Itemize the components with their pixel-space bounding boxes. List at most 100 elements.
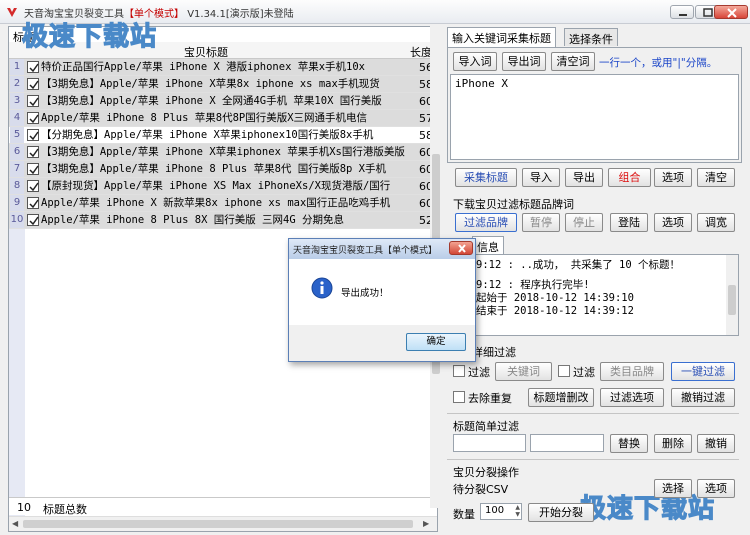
row-number: 3 (10, 93, 24, 109)
clear-button[interactable]: 清空 (697, 168, 735, 187)
combine-button[interactable]: 组合 (608, 168, 651, 187)
login-button[interactable]: 登陆 (610, 213, 648, 232)
pause-button[interactable]: 暂停 (522, 213, 560, 232)
dialog-close-button[interactable] (449, 241, 473, 255)
import-button[interactable]: 导入 (522, 168, 560, 187)
keyword-hint: 一行一个，或用"|"分隔。 (599, 57, 718, 69)
table-row[interactable]: 9 Apple/苹果 iPhone X 新款苹果8x iphone xs max国… (9, 195, 437, 212)
row-number: 7 (10, 161, 24, 177)
horizontal-scroll-thumb[interactable] (23, 520, 413, 528)
tab-keyword-collect[interactable]: 输入关键词采集标题 (447, 27, 556, 47)
export-words-button[interactable]: 导出词 (502, 52, 546, 71)
keyword-panel: 导入词 导出词 清空词 一行一个，或用"|"分隔。 iPhone X (447, 47, 742, 163)
tab-info[interactable]: 信息 (472, 236, 504, 254)
table-row[interactable]: 4 Apple/苹果 iPhone 8 Plus 苹果8代8P国行美版X三网通手机… (9, 110, 437, 127)
row-checkbox[interactable] (27, 214, 39, 226)
log-line: 9:12 : 程序执行完毕! (476, 279, 590, 291)
replace-button[interactable]: 替换 (610, 434, 648, 453)
checkmark-icon (29, 182, 39, 192)
row-title: 【3期免息】Apple/苹果 iPhone X 全网通4G手机 苹果10X 国行… (41, 95, 382, 107)
quantity-stepper[interactable]: 100 ▲ ▼ (480, 503, 522, 520)
undo-filter-button[interactable]: 撤销过滤 (671, 388, 735, 407)
log-scrollbar[interactable] (726, 255, 738, 335)
column-header-title[interactable]: 宝贝标题 (184, 44, 228, 60)
checkmark-icon (29, 165, 39, 175)
title-edit-button[interactable]: 标题增删改 (528, 388, 594, 407)
row-title: 【原封现货】Apple/苹果 iPhone XS Max iPhoneXs/X现… (41, 180, 391, 192)
close-button[interactable] (714, 5, 748, 19)
log-scroll-thumb[interactable] (728, 285, 736, 315)
minimize-button[interactable] (670, 5, 694, 19)
dedupe-checkbox[interactable] (453, 391, 465, 403)
dialog-title: 天音淘宝宝贝裂变工具【单个模式】 (293, 246, 438, 256)
watermark-top: 极速下载站 (21, 21, 158, 52)
row-checkbox[interactable] (27, 163, 39, 175)
filter-category-checkbox[interactable] (558, 365, 570, 377)
collect-titles-button[interactable]: 采集标题 (455, 168, 517, 187)
keyword-textarea[interactable]: iPhone X (450, 74, 739, 160)
options-button[interactable]: 选项 (654, 168, 692, 187)
info-log-area[interactable]: 9:12 : ..成功， 共采集了 10 个标题！ 9:12 : 程序执行完毕!… (447, 254, 739, 336)
csv-label: 待分裂CSV (453, 483, 509, 496)
stop-button[interactable]: 停止 (565, 213, 603, 232)
replace-text-input[interactable] (530, 434, 604, 452)
row-checkbox[interactable] (27, 112, 39, 124)
table-row[interactable]: 2 【3期免息】Apple/苹果 iPhone X苹果8x iphone xs m… (9, 76, 437, 93)
filter-options-button[interactable]: 过滤选项 (600, 388, 664, 407)
brand-filter-label: 下载宝贝过滤标题品牌词 (453, 198, 574, 211)
start-split-button[interactable]: 开始分裂 (528, 503, 594, 522)
divider (447, 413, 739, 414)
row-title: Apple/苹果 iPhone 8 Plus 苹果8代8P国行美版X三网通手机电… (41, 112, 368, 124)
table-row[interactable]: 10 Apple/苹果 iPhone 8 Plus 8X 国行美版 三网4G 分期… (9, 212, 437, 229)
row-title: Apple/苹果 iPhone 8 Plus 8X 国行美版 三网4G 分期免息 (41, 214, 345, 226)
log-line: 9:12 : ..成功， 共采集了 10 个标题！ (476, 259, 681, 271)
row-number: 1 (10, 59, 24, 75)
find-text-input[interactable] (453, 434, 526, 452)
checkmark-icon (29, 63, 39, 73)
row-checkbox[interactable] (27, 129, 39, 141)
dialog-title-bar: 天音淘宝宝贝裂变工具【单个模式】 (289, 239, 475, 259)
one-click-filter-button[interactable]: 一键过滤 (671, 362, 735, 381)
table-row[interactable]: 8 【原封现货】Apple/苹果 iPhone XS Max iPhoneXs/X… (9, 178, 437, 195)
table-row[interactable]: 7 【3期免息】Apple/苹果 iPhone 8 Plus 苹果8代 国行美版8… (9, 161, 437, 178)
title-count-footer: 10 标题总数 (9, 497, 437, 516)
export-success-dialog: 天音淘宝宝贝裂变工具【单个模式】 导出成功！ 确定 (288, 238, 476, 362)
table-row[interactable]: 6 【3期免息】Apple/苹果 iPhone X苹果iphonex 苹果手机Xs… (9, 144, 437, 161)
table-row[interactable]: 1 特价正品国行Apple/苹果 iPhone X 港版iphonex 苹果x手机… (9, 59, 437, 76)
checkmark-icon (29, 216, 39, 226)
choose-csv-button[interactable]: 选择 (654, 479, 692, 498)
app-logo-icon (7, 8, 17, 17)
delete-button[interactable]: 删除 (654, 434, 692, 453)
table-row[interactable]: 3 【3期免息】Apple/苹果 iPhone X 全网通4G手机 苹果10X 国… (9, 93, 437, 110)
filter-brand-button[interactable]: 过滤品牌 (455, 213, 517, 232)
tune-width-button[interactable]: 调宽 (697, 213, 735, 232)
row-checkbox[interactable] (27, 78, 39, 90)
filter-keyword-checkbox[interactable] (453, 365, 465, 377)
column-header-length[interactable]: 长度 (410, 44, 432, 60)
stepper-arrows-icon[interactable]: ▲ ▼ (515, 504, 520, 518)
export-button[interactable]: 导出 (565, 168, 603, 187)
row-checkbox[interactable] (27, 61, 39, 73)
scroll-left-icon[interactable]: ◀ (12, 519, 18, 528)
ok-button[interactable]: 确定 (406, 333, 466, 351)
scroll-right-icon[interactable]: ▶ (423, 519, 429, 528)
close-icon (727, 8, 737, 18)
horizontal-scrollbar[interactable]: ◀ ▶ (9, 516, 437, 531)
undo-button[interactable]: 撤销 (697, 434, 735, 453)
table-row-selected[interactable]: 5 【分期免息】Apple/苹果 iPhone X苹果iphonex10国行美版8… (9, 127, 437, 144)
dedupe-label: 去除重复 (468, 392, 512, 405)
brand-options-button[interactable]: 选项 (654, 213, 692, 232)
quantity-label: 数量 (453, 508, 475, 521)
title-table-body: 1 特价正品国行Apple/苹果 iPhone X 港版iphonex 苹果x手机… (9, 59, 437, 229)
import-words-button[interactable]: 导入词 (453, 52, 497, 71)
clear-words-button[interactable]: 清空词 (551, 52, 595, 71)
tab-select-conditions[interactable]: 选择条件 (564, 28, 618, 46)
row-checkbox[interactable] (27, 197, 39, 209)
row-checkbox[interactable] (27, 95, 39, 107)
row-checkbox[interactable] (27, 180, 39, 192)
row-title: 特价正品国行Apple/苹果 iPhone X 港版iphonex 苹果x手机1… (41, 61, 366, 73)
keyword-button[interactable]: 关键词 (495, 362, 552, 381)
row-checkbox[interactable] (27, 146, 39, 158)
category-brand-button[interactable]: 类目品牌 (600, 362, 664, 381)
split-options-button[interactable]: 选项 (697, 479, 735, 498)
